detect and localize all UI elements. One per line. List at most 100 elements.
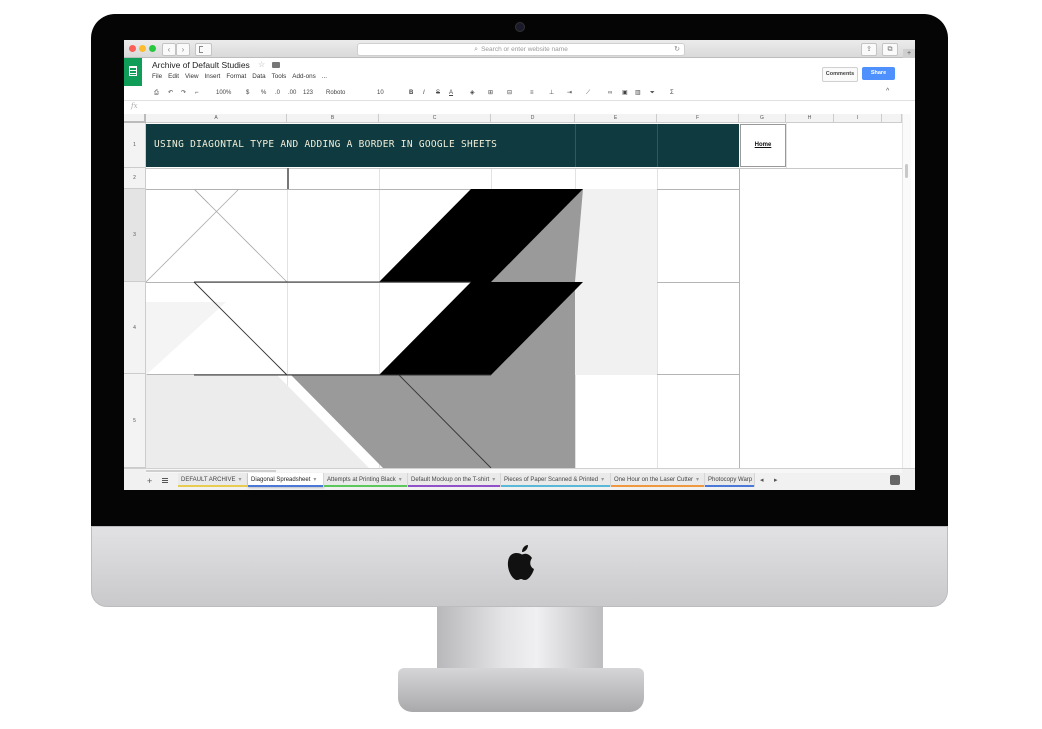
insert-chart-icon[interactable]: ▥ xyxy=(635,88,641,98)
paint-format-icon[interactable]: ⌐ xyxy=(195,88,199,98)
font-size-select[interactable]: 10 xyxy=(377,88,384,98)
horizontal-scroll-thumb[interactable] xyxy=(146,470,276,472)
imac-chin xyxy=(91,526,948,607)
spreadsheet-grid[interactable]: A B C D E F G H I 1 2 3 4 5 USING DIAGON… xyxy=(124,114,915,468)
text-color-button[interactable]: A xyxy=(449,88,453,98)
strikethrough-button[interactable]: S xyxy=(436,88,440,98)
vertical-align-icon[interactable]: ⊥ xyxy=(549,88,554,98)
decrease-decimals-button[interactable]: .0 xyxy=(275,88,280,98)
row-header-5[interactable]: 5 xyxy=(124,374,146,468)
menu-file[interactable]: File xyxy=(152,73,162,80)
sheet-tab-default-mockup[interactable]: Default Mockup on the T-shirt ▾ xyxy=(408,473,501,487)
menu-tools[interactable]: Tools xyxy=(272,73,287,80)
merge-cells-icon[interactable]: ⊟ xyxy=(507,88,512,98)
horizontal-align-icon[interactable]: ≡ xyxy=(530,88,534,98)
folder-icon[interactable] xyxy=(272,62,280,68)
sheet-tab-diagonal-spreadsheet[interactable]: Diagonal Spreadsheet ▾ xyxy=(248,473,324,487)
sidebar-toggle-icon[interactable] xyxy=(195,43,212,56)
sheet-tab-pieces-of-paper[interactable]: Pieces of Paper Scanned & Printed ▾ xyxy=(501,473,611,487)
currency-format-button[interactable]: $ xyxy=(246,88,249,98)
font-select[interactable]: Roboto xyxy=(326,88,345,98)
tab-menu-icon[interactable]: ▾ xyxy=(313,477,316,483)
forward-button[interactable]: › xyxy=(176,43,190,56)
text-rotation-icon[interactable]: ⟋ xyxy=(586,88,590,98)
more-formats-button[interactable]: 123 xyxy=(303,88,313,98)
tab-color-strip xyxy=(501,485,610,487)
tab-menu-icon[interactable]: ▾ xyxy=(238,477,241,483)
minimize-window-button[interactable] xyxy=(139,45,146,52)
scroll-tabs-right-button[interactable]: ▸ xyxy=(774,476,778,484)
show-tabs-icon[interactable]: ⧉ xyxy=(882,43,898,56)
sheet-tab-laser-cutter[interactable]: One Hour on the Laser Cutter ▾ xyxy=(611,473,705,487)
browser-share-icon[interactable]: ⇪ xyxy=(861,43,877,56)
close-window-button[interactable] xyxy=(129,45,136,52)
home-link[interactable]: Home xyxy=(740,124,786,167)
menu-view[interactable]: View xyxy=(185,73,199,80)
tab-menu-icon[interactable]: ▾ xyxy=(399,477,402,483)
column-header-f[interactable]: F xyxy=(657,114,739,123)
column-header-h[interactable]: H xyxy=(786,114,834,123)
italic-button[interactable]: I xyxy=(423,88,425,98)
menu-format[interactable]: Format xyxy=(226,73,246,80)
fill-color-icon[interactable]: ◈ xyxy=(470,88,475,98)
back-button[interactable]: ‹ xyxy=(162,43,176,56)
all-sheets-menu-icon[interactable] xyxy=(162,478,168,484)
comments-button[interactable]: Comments xyxy=(822,67,858,82)
column-header-d[interactable]: D xyxy=(491,114,575,123)
insert-link-icon[interactable]: ∞ xyxy=(608,88,612,98)
column-header-g[interactable]: G xyxy=(739,114,786,123)
new-tab-button[interactable]: + xyxy=(903,49,915,58)
explore-icon[interactable] xyxy=(890,475,900,485)
row-header-1[interactable]: 1 xyxy=(124,123,146,168)
menu-add-ons[interactable]: Add-ons xyxy=(292,73,315,80)
add-sheet-button[interactable]: + xyxy=(147,476,152,486)
gridline xyxy=(146,168,902,169)
sheet-tab-attempts-at-printing-black[interactable]: Attempts at Printing Black ▾ xyxy=(324,473,408,487)
insert-comment-icon[interactable]: ▣ xyxy=(622,88,628,98)
menu-insert[interactable]: Insert xyxy=(205,73,221,80)
zoom-select[interactable]: 100% xyxy=(216,88,231,98)
bold-button[interactable]: B xyxy=(409,88,413,98)
increase-decimals-button[interactable]: .00 xyxy=(288,88,296,98)
title-banner[interactable]: USING DIAGONTAL TYPE AND ADDING A BORDER… xyxy=(146,124,739,167)
column-header-a[interactable]: A xyxy=(146,114,287,123)
borders-icon[interactable]: ⊞ xyxy=(488,88,493,98)
menu-edit[interactable]: Edit xyxy=(168,73,179,80)
column-header-e[interactable]: E xyxy=(575,114,657,123)
column-header-b[interactable]: B xyxy=(287,114,379,123)
menu-more[interactable]: ... xyxy=(322,73,327,80)
filter-icon[interactable]: ⏷ xyxy=(650,88,655,98)
vertical-scroll-thumb[interactable] xyxy=(905,164,908,178)
redo-icon[interactable]: ↷ xyxy=(181,88,186,98)
percent-format-button[interactable]: % xyxy=(261,88,266,98)
row-header-3[interactable]: 3 xyxy=(124,189,146,282)
zoom-window-button[interactable] xyxy=(149,45,156,52)
vertical-scrollbar[interactable] xyxy=(902,114,911,468)
star-icon[interactable]: ☆ xyxy=(258,60,265,69)
sheets-logo-icon[interactable] xyxy=(124,58,142,86)
share-button[interactable]: Share xyxy=(862,67,895,80)
tab-menu-icon[interactable]: ▾ xyxy=(601,477,604,483)
text-wrap-icon[interactable]: ⇥ xyxy=(567,88,572,98)
collapse-header-icon[interactable]: ^ xyxy=(886,88,889,95)
column-header-c[interactable]: C xyxy=(379,114,491,123)
print-icon[interactable]: ⎙ xyxy=(154,88,159,98)
address-bar[interactable]: ⌕ Search or enter website name ↻ xyxy=(357,43,685,56)
functions-button[interactable]: Σ xyxy=(670,88,674,98)
column-header-i[interactable]: I xyxy=(834,114,882,123)
tab-menu-icon[interactable]: ▾ xyxy=(696,477,699,483)
tab-menu-icon[interactable]: ▾ xyxy=(492,477,495,483)
formula-bar[interactable]: fx xyxy=(124,101,915,115)
diagonal-border-line xyxy=(193,281,288,376)
document-title[interactable]: Archive of Default Studies xyxy=(152,60,250,70)
select-all-corner[interactable] xyxy=(124,114,146,123)
sheet-tab-photocopy-warp[interactable]: Photocopy Warp xyxy=(705,473,755,487)
sheet-tab-default-archive[interactable]: DEFAULT ARCHIVE ▾ xyxy=(178,473,248,487)
light-cell-fill xyxy=(575,189,657,375)
reload-icon[interactable]: ↻ xyxy=(674,44,680,55)
undo-icon[interactable]: ↶ xyxy=(168,88,173,98)
menu-data[interactable]: Data xyxy=(252,73,265,80)
scroll-tabs-left-button[interactable]: ◂ xyxy=(760,476,764,484)
row-header-4[interactable]: 4 xyxy=(124,282,146,374)
row-header-2[interactable]: 2 xyxy=(124,168,146,189)
